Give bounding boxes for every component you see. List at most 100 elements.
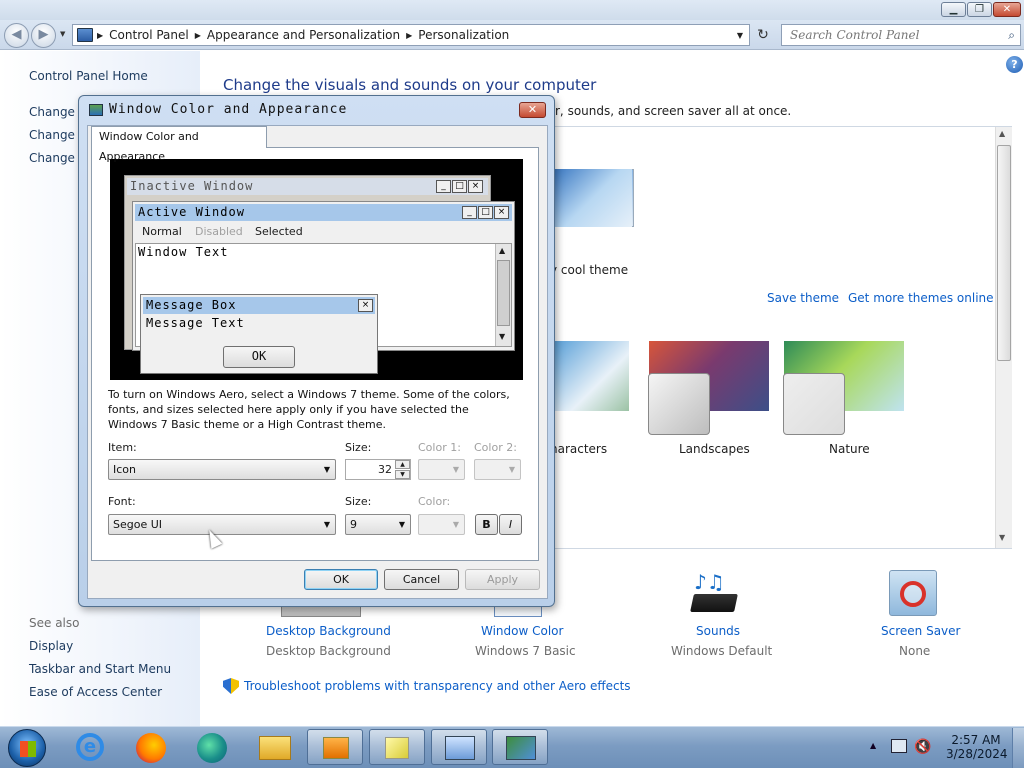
troubleshoot-link[interactable]: Troubleshoot problems with transparency …: [244, 679, 631, 693]
show-hidden-icons-button[interactable]: ▲: [870, 741, 876, 750]
message-box-ok-sample: OK: [223, 346, 295, 368]
minimize-button[interactable]: ▁: [941, 2, 966, 17]
taskbar-edge[interactable]: [184, 729, 240, 765]
message-box-preview: Message Box × Message Text OK: [140, 294, 378, 374]
maximize-button[interactable]: ❐: [967, 2, 992, 17]
clock[interactable]: 2:57 AM 3/28/2024: [946, 733, 1008, 761]
sounds-link[interactable]: Sounds: [696, 624, 740, 638]
start-button[interactable]: [8, 729, 46, 767]
get-more-themes-link[interactable]: Get more themes online: [848, 291, 994, 305]
close-button[interactable]: ✕: [993, 2, 1021, 17]
scrollbar-thumb[interactable]: [997, 145, 1011, 361]
scroll-up-icon[interactable]: ▲: [999, 129, 1005, 138]
refresh-button[interactable]: ↻: [752, 25, 774, 45]
message-box-title: Message Box: [146, 298, 237, 312]
save-theme-link[interactable]: Save theme: [767, 291, 839, 305]
spin-up-icon[interactable]: ▲: [395, 460, 410, 469]
message-box-close-icon: ×: [358, 299, 373, 312]
dialog-title: Window Color and Appearance: [109, 102, 348, 117]
apply-button[interactable]: Apply: [465, 569, 540, 590]
help-icon[interactable]: ?: [1006, 56, 1023, 73]
recent-pages-dropdown[interactable]: ▼: [60, 30, 65, 38]
forward-arrow-icon: ▶: [38, 27, 49, 42]
taskbar-sticky-notes[interactable]: [369, 729, 425, 765]
search-input[interactable]: Search Control Panel ⌕: [781, 24, 1021, 46]
themes-scrollbar[interactable]: ▲ ▼: [995, 127, 1012, 548]
taskbar-firefox[interactable]: [123, 729, 179, 765]
explorer-titlebar: ▁ ❐ ✕: [0, 0, 1024, 20]
font-label: Font:: [108, 495, 136, 508]
active-close-icon: ×: [494, 206, 509, 219]
desktop-background-link[interactable]: Desktop Background: [266, 624, 391, 638]
item-label: Item:: [108, 441, 137, 454]
file-explorer-icon: [259, 736, 291, 760]
message-box-titlebar: Message Box ×: [143, 297, 375, 314]
internet-explorer-icon: e: [76, 733, 104, 761]
dialog-app-icon: [89, 104, 103, 116]
bold-button[interactable]: B: [475, 514, 498, 535]
item-size-spinner[interactable]: 32 ▲ ▼: [345, 459, 411, 480]
tab-window-color-appearance[interactable]: Window Color and Appearance: [91, 126, 267, 163]
address-bar[interactable]: ▶ Control Panel ▶ Appearance and Persona…: [72, 24, 750, 46]
breadcrumb-personalization[interactable]: Personalization: [412, 28, 515, 42]
sounds-value: Windows Default: [671, 644, 773, 658]
network-icon[interactable]: [891, 739, 907, 753]
taskbar-control-panel[interactable]: [431, 729, 487, 765]
my-theme-label: y cool theme: [550, 263, 629, 277]
back-button[interactable]: ◀: [4, 23, 29, 48]
item-dropdown[interactable]: Icon ▼: [108, 459, 336, 480]
desktop-background-value: Desktop Background: [266, 644, 391, 658]
spin-down-icon[interactable]: ▼: [395, 470, 410, 479]
themes-list[interactable]: y cool theme Save theme Get more themes …: [550, 126, 1012, 549]
font-color-picker[interactable]: ▼: [418, 514, 465, 535]
search-icon: ⌕: [1008, 28, 1015, 42]
italic-button[interactable]: I: [499, 514, 522, 535]
taskbar-start-menu-link[interactable]: Taskbar and Start Menu: [29, 662, 171, 676]
aero-info-text: To turn on Windows Aero, select a Window…: [108, 388, 510, 431]
screen-saver-link[interactable]: Screen Saver: [881, 624, 960, 638]
breadcrumb-control-panel[interactable]: Control Panel: [103, 28, 195, 42]
font-size-dropdown[interactable]: 9 ▼: [345, 514, 411, 535]
display-link[interactable]: Display: [29, 639, 73, 653]
clock-date: 3/28/2024: [946, 747, 1008, 761]
back-arrow-icon: ◀: [11, 27, 22, 42]
show-desktop-button[interactable]: [1012, 728, 1024, 768]
page-subtitle: r, sounds, and screen saver all at once.: [555, 104, 792, 118]
ease-of-access-link[interactable]: Ease of Access Center: [29, 685, 162, 699]
font-dropdown[interactable]: Segoe UI ▼: [108, 514, 336, 535]
breadcrumb-appearance[interactable]: Appearance and Personalization: [201, 28, 406, 42]
scroll-down-icon[interactable]: ▼: [999, 533, 1005, 542]
color2-label: Color 2:: [474, 441, 517, 454]
inactive-minimize-icon: _: [436, 180, 451, 193]
control-panel-home-link[interactable]: Control Panel Home: [29, 69, 148, 83]
taskbar-media-player[interactable]: [307, 729, 363, 765]
cancel-button[interactable]: Cancel: [384, 569, 459, 590]
window-text-sample: Window Text: [138, 245, 229, 259]
taskbar-ie[interactable]: e: [62, 729, 118, 765]
sounds-icon[interactable]: ♪♫: [690, 570, 740, 616]
ok-button[interactable]: OK: [304, 569, 378, 590]
taskbar-personalization[interactable]: [492, 729, 548, 765]
taskbar-explorer[interactable]: [246, 729, 302, 765]
characters-theme-thumbnail[interactable]: [554, 341, 629, 411]
inactive-window-title: Inactive Window: [130, 179, 254, 193]
color2-picker[interactable]: ▼: [474, 459, 521, 480]
chevron-down-icon: ▼: [452, 520, 459, 529]
window-color-link[interactable]: Window Color: [481, 624, 563, 638]
screen-saver-value: None: [899, 644, 931, 658]
preview-scroll-down-icon: ▼: [499, 332, 506, 341]
page-title: Change the visuals and sounds on your co…: [223, 76, 597, 94]
color1-picker[interactable]: ▼: [418, 459, 465, 480]
dialog-close-button[interactable]: ✕: [519, 102, 546, 118]
landscapes-theme-thumbnail[interactable]: [648, 373, 710, 435]
active-minimize-icon: _: [462, 206, 477, 219]
inactive-titlebar: Inactive Window _ □ ×: [127, 178, 488, 195]
screen-saver-icon[interactable]: [889, 570, 937, 616]
forward-button[interactable]: ▶: [31, 23, 56, 48]
address-dropdown-icon[interactable]: ▼: [737, 31, 743, 40]
preview-scrollbar: ▲ ▼: [495, 244, 511, 346]
font-size-label: Size:: [345, 495, 372, 508]
theme-image: [554, 169, 632, 227]
volume-muted-icon[interactable]: 🔇: [914, 739, 932, 755]
nature-theme-thumbnail[interactable]: [783, 373, 845, 435]
